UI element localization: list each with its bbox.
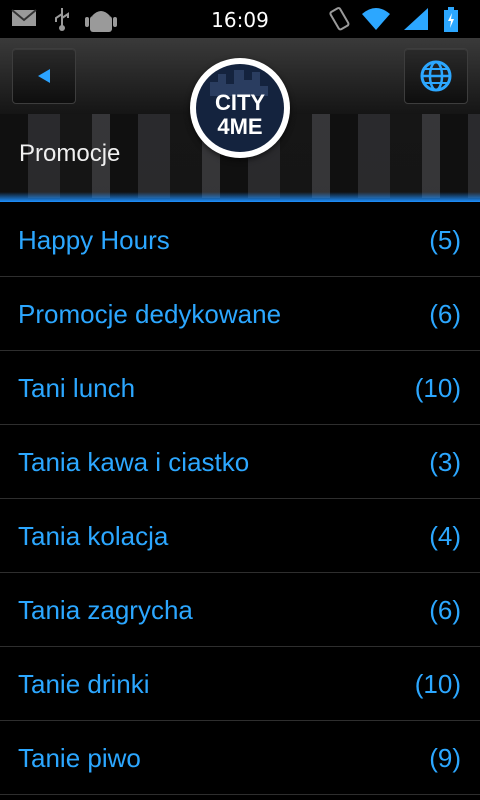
back-arrow-icon <box>38 69 50 83</box>
logo-graphic: CITY 4ME <box>210 70 268 139</box>
wifi-icon <box>360 6 392 36</box>
category-label: Happy Hours <box>18 225 170 255</box>
header-glow <box>0 192 480 202</box>
category-label: Tanie drinki <box>18 669 150 699</box>
list-item[interactable]: Tanie piwo (9) <box>0 721 480 795</box>
category-label: Tania kawa i ciastko <box>18 447 250 477</box>
category-label: Tania kolacja <box>18 521 169 551</box>
category-count: (10) <box>414 669 461 699</box>
page-title: Promocje <box>19 140 121 167</box>
category-count: (6) <box>429 299 461 329</box>
category-label: Tanie piwo <box>18 743 141 773</box>
category-count: (10) <box>414 373 461 403</box>
globe-button[interactable] <box>404 48 468 104</box>
list-item[interactable]: Happy Hours (5) <box>0 203 480 277</box>
logo-inner: CITY 4ME <box>196 64 284 152</box>
list-item[interactable]: Tania kolacja (4) <box>0 499 480 573</box>
globe-icon <box>420 60 452 92</box>
list-item[interactable]: Tani lunch (10) <box>0 351 480 425</box>
category-label: Tani lunch <box>18 373 136 403</box>
category-count: (9) <box>429 743 461 773</box>
app-header: CITY 4ME Promocje <box>0 38 480 202</box>
city4me-logo: CITY 4ME <box>190 58 290 158</box>
category-label: Tania zagrycha <box>18 595 193 625</box>
category-count: (5) <box>429 225 461 255</box>
category-count: (6) <box>429 595 461 625</box>
vibrate-icon <box>326 6 352 36</box>
category-count: (3) <box>429 447 461 477</box>
logo-text-bottom: 4ME <box>217 114 262 139</box>
list-item[interactable]: Tania zagrycha (6) <box>0 573 480 647</box>
category-list: Happy Hours (5) Promocje dedykowane (6) … <box>0 203 480 795</box>
list-item[interactable]: Promocje dedykowane (6) <box>0 277 480 351</box>
list-item[interactable]: Tania kawa i ciastko (3) <box>0 425 480 499</box>
signal-icon <box>402 6 430 36</box>
category-label: Promocje dedykowane <box>18 299 282 329</box>
list-item[interactable]: Tanie drinki (10) <box>0 647 480 721</box>
category-count: (4) <box>429 521 461 551</box>
battery-charging-icon <box>442 6 460 38</box>
logo-text-top: CITY <box>215 90 265 115</box>
status-bar: 16:09 <box>0 0 480 38</box>
back-button[interactable] <box>12 48 76 104</box>
